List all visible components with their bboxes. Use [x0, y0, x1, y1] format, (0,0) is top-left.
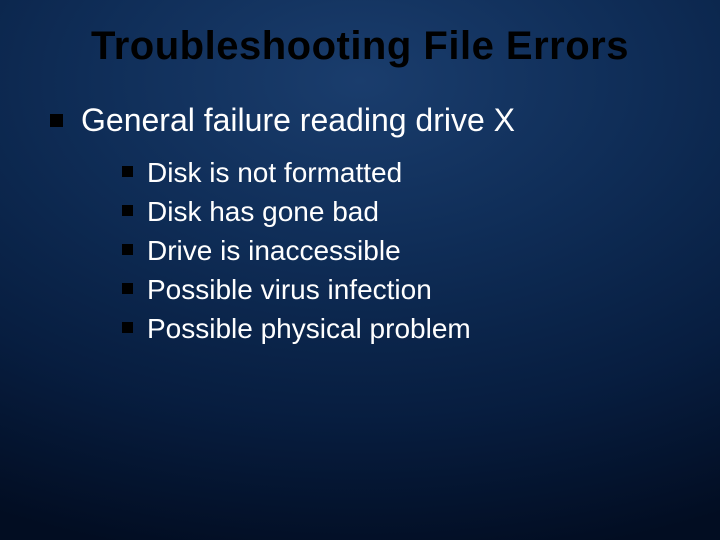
level2-list: Disk is not formatted Disk has gone bad … — [122, 155, 680, 346]
bullet-level2: Drive is inaccessible — [122, 233, 680, 268]
level2-text: Disk is not formatted — [147, 155, 402, 190]
level1-text: General failure reading drive X — [81, 101, 515, 139]
square-bullet-icon — [122, 244, 133, 255]
square-bullet-icon — [122, 205, 133, 216]
bullet-level1: General failure reading drive X — [50, 101, 680, 139]
square-bullet-icon — [122, 166, 133, 177]
level2-text: Drive is inaccessible — [147, 233, 401, 268]
square-bullet-icon — [122, 322, 133, 333]
bullet-level2: Possible physical problem — [122, 311, 680, 346]
bullet-level2: Disk is not formatted — [122, 155, 680, 190]
bullet-level2: Possible virus infection — [122, 272, 680, 307]
bullet-level2: Disk has gone bad — [122, 194, 680, 229]
slide-title: Troubleshooting File Errors — [40, 24, 680, 69]
square-bullet-icon — [122, 283, 133, 294]
square-bullet-icon — [50, 114, 63, 127]
level2-text: Disk has gone bad — [147, 194, 379, 229]
level2-text: Possible virus infection — [147, 272, 432, 307]
level2-text: Possible physical problem — [147, 311, 471, 346]
presentation-slide: Troubleshooting File Errors General fail… — [0, 0, 720, 540]
